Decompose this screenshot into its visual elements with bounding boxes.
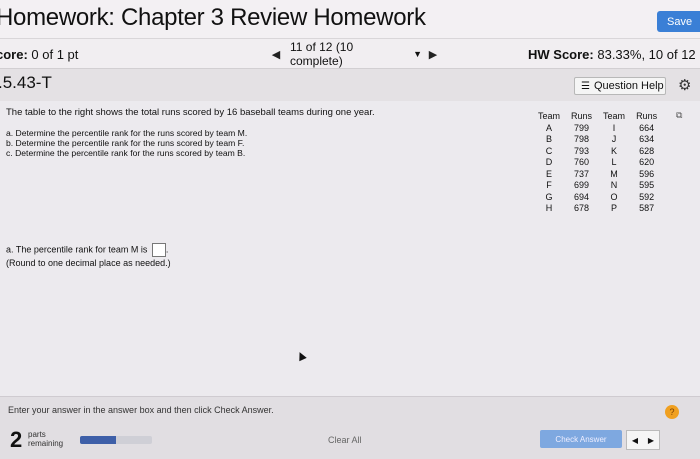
- table-row: G 694 O 592: [534, 191, 664, 203]
- team-cell: M: [610, 168, 618, 179]
- question-part: b. Determine the percentile rank for the…: [6, 138, 245, 148]
- answer-prompt: a. The percentile rank for team M is: [6, 244, 148, 255]
- table-row: H 678 P 587: [534, 203, 664, 215]
- team-cell: F: [546, 180, 552, 191]
- table-row: A 799 I 664: [534, 122, 664, 134]
- runs-cell: 799: [574, 122, 590, 133]
- runs-cell: 737: [574, 168, 590, 179]
- score-bar: core: 0 of 1 pt ◀ 11 of 12 (10 complete)…: [0, 38, 700, 69]
- team-cell: H: [545, 203, 553, 214]
- runs-cell: 587: [639, 203, 655, 214]
- question-score: core: 0 of 1 pt: [0, 47, 78, 62]
- question-parts: a. Determine the percentile rank for the…: [6, 128, 247, 158]
- hw-score-value: 83.33%, 10 of 12 pts: [597, 47, 700, 62]
- team-cell: J: [611, 134, 617, 145]
- mouse-cursor-icon: ▲: [291, 344, 311, 366]
- instruction-text: Enter your answer in the answer box and …: [8, 405, 274, 415]
- team-cell: B: [546, 134, 553, 145]
- next-question-button[interactable]: ▶: [425, 46, 441, 62]
- question-part: a. Determine the percentile rank for the…: [6, 128, 248, 138]
- triangle-left-icon: ◀: [271, 48, 281, 61]
- triangle-down-icon: ▼: [413, 49, 422, 59]
- problem-id: .5.43-T: [0, 73, 52, 92]
- runs-cell: 793: [574, 145, 590, 156]
- triangle-right-icon: ▶: [428, 48, 438, 61]
- progress-fill: [80, 436, 116, 444]
- runs-cell: 595: [639, 180, 655, 191]
- check-answer-button[interactable]: Check Answer: [540, 430, 622, 448]
- runs-cell: 694: [574, 191, 590, 202]
- parts-progress-bar: [80, 436, 152, 444]
- previous-question-button[interactable]: ◀: [268, 46, 284, 62]
- runs-cell: 592: [639, 191, 655, 202]
- runs-table: Team Runs Team Runs A 799 I 664 B 798 J 634 C 7…: [534, 109, 664, 214]
- hw-score: HW Score: 83.33%, 10 of 12 pts: [528, 47, 700, 62]
- runs-cell: 760: [574, 157, 590, 168]
- part-nav-buttons: ◀ ▶: [626, 430, 660, 450]
- column-header: Team: [603, 110, 626, 121]
- team-cell: N: [610, 180, 618, 191]
- list-icon: ☰: [581, 80, 590, 92]
- team-cell: L: [611, 157, 617, 168]
- runs-cell: 620: [639, 157, 655, 168]
- question-part: c. Determine the percentile rank for the…: [6, 148, 246, 158]
- question-help-label: Question Help: [593, 80, 664, 92]
- clear-all-button[interactable]: Clear All: [328, 435, 362, 445]
- answer-hint: (Round to one decimal place as needed.): [6, 258, 171, 268]
- runs-cell: 678: [574, 203, 590, 214]
- team-cell: C: [545, 145, 553, 156]
- column-header: Team: [538, 110, 561, 121]
- answer-area: a. The percentile rank for team M is . (…: [6, 243, 171, 269]
- runs-cell: 596: [639, 168, 655, 179]
- page-title: Homework: Chapter 3 Review Homework: [0, 4, 426, 31]
- column-header: Runs: [571, 110, 593, 121]
- runs-cell: 699: [574, 180, 590, 191]
- team-cell: K: [611, 145, 618, 156]
- question-circle-icon[interactable]: ?: [665, 405, 679, 419]
- problem-bar: .5.43-T ☰ Question Help ⚙: [0, 68, 700, 102]
- footer: Enter your answer in the answer box and …: [0, 396, 700, 459]
- runs-cell: 798: [574, 134, 590, 145]
- save-button[interactable]: Save: [657, 11, 700, 32]
- team-cell: G: [545, 191, 553, 202]
- team-cell: A: [546, 122, 553, 133]
- table-row: C 793 K 628: [534, 145, 664, 157]
- runs-cell: 628: [639, 145, 655, 156]
- parts-remaining-label: parts remaining: [28, 430, 64, 448]
- period: .: [165, 244, 169, 255]
- question-panel: The table to the right shows the total r…: [0, 101, 700, 423]
- question-position: 11 of 12 (10 complete): [290, 40, 354, 68]
- question-intro: The table to the right shows the total r…: [6, 107, 375, 118]
- title-bar: Homework: Chapter 3 Review Homework Save: [0, 0, 700, 38]
- team-cell: O: [610, 191, 618, 202]
- table-header-row: Team Runs Team Runs: [534, 109, 664, 122]
- table-row: B 798 J 634: [534, 134, 664, 146]
- parts-remaining-count: 2: [10, 427, 23, 452]
- column-header: Runs: [636, 110, 658, 121]
- triangle-right-icon[interactable]: ▶: [648, 436, 654, 445]
- score-label: core:: [0, 47, 28, 62]
- table-row: F 699 N 595: [534, 180, 664, 192]
- team-cell: P: [611, 203, 618, 214]
- table-row: D 760 L 620: [534, 157, 664, 169]
- question-navigator[interactable]: 11 of 12 (10 complete) ▼: [290, 40, 422, 68]
- question-help-button[interactable]: ☰ Question Help: [574, 77, 666, 95]
- hw-score-label: HW Score:: [528, 47, 594, 62]
- gear-icon[interactable]: ⚙: [678, 76, 691, 94]
- answer-input[interactable]: [151, 243, 166, 257]
- triangle-left-icon[interactable]: ◀: [632, 436, 638, 445]
- team-cell: E: [546, 168, 553, 179]
- copy-icon[interactable]: ⧉: [676, 110, 682, 121]
- runs-cell: 664: [639, 122, 655, 133]
- table-row: E 737 M 596: [534, 168, 664, 180]
- team-cell: I: [612, 122, 616, 133]
- runs-cell: 634: [639, 134, 655, 145]
- team-cell: D: [545, 157, 553, 168]
- score-value: 0 of 1 pt: [31, 47, 79, 62]
